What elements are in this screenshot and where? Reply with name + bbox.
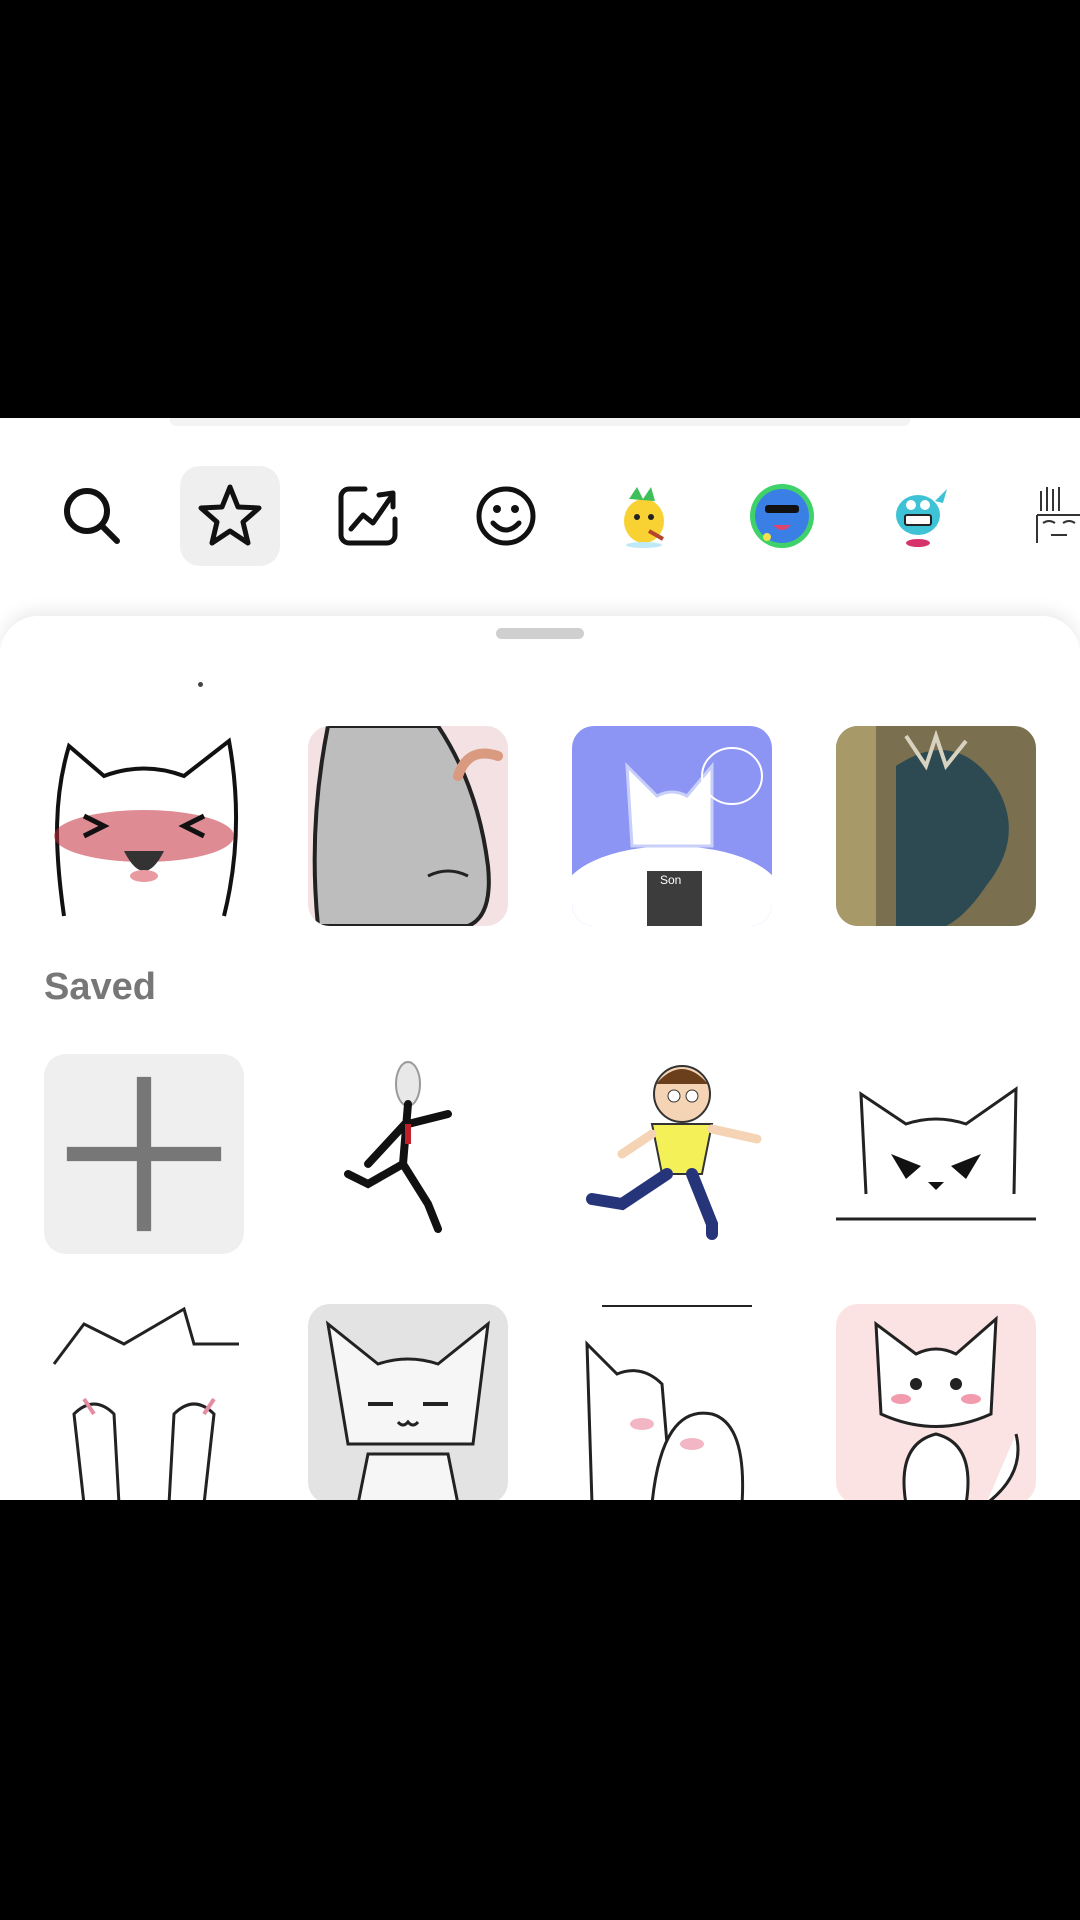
saved-sticker-6[interactable] [572,1304,772,1500]
cat-tail-photo-sticker [836,726,1036,926]
top-divider [170,418,910,426]
recent-sticker-4[interactable] [836,726,1036,926]
slenderman-running-sticker [308,1054,508,1254]
teal-fish-sticker-icon [896,489,947,547]
saved-sticker-3[interactable] [836,1054,1036,1254]
tab-search[interactable] [42,466,142,566]
saved-section-title: Saved [44,966,156,1008]
plus-icon [66,1076,222,1232]
blushing-pink-cat-sticker [836,1304,1036,1500]
cats-cuddling-sticker [572,1304,772,1500]
star-icon [198,484,262,546]
add-saved-sticker-button[interactable] [44,1054,244,1254]
saved-sticker-5[interactable] [308,1304,508,1500]
smiling-grey-cat-sticker [308,1304,508,1500]
sticker-sheet: Son Saved [0,616,1080,1500]
blue-cat-meme-sticker: Son [572,726,772,926]
search-icon [64,488,120,544]
scroll-dot [198,682,203,687]
tab-sticker-pack-1[interactable] [594,466,694,566]
sticker-tab-bar [0,466,1080,576]
angry-cat-face-sticker [836,1054,1036,1254]
blue-blob-sticker-icon [750,484,814,548]
saved-sticker-4[interactable] [44,1304,244,1500]
shy-cat-covering-face-sticker [44,1304,244,1500]
tab-emoji[interactable] [456,466,556,566]
tab-sticker-pack-2[interactable] [732,466,832,566]
sketch-face-sticker-icon [1036,487,1080,543]
yellow-creature-sticker-icon [624,487,664,548]
morty-running-sticker [572,1054,772,1254]
sheet-drag-handle[interactable] [496,628,584,639]
tab-trending[interactable] [318,466,418,566]
recent-sticker-2[interactable] [308,726,508,926]
tab-favorites[interactable] [180,466,280,566]
blushing-cat-sticker [44,726,244,926]
saved-sticker-1[interactable] [308,1054,508,1254]
saved-sticker-7[interactable] [836,1304,1036,1500]
tab-sticker-pack-3[interactable] [870,466,970,566]
trending-chart-icon [338,486,398,546]
meme-caption: Son [660,873,681,887]
recent-sticker-3[interactable]: Son [572,726,772,926]
recent-sticker-1[interactable] [44,726,244,926]
saved-sticker-2[interactable] [572,1054,772,1254]
smiley-icon [476,486,536,546]
grey-leggings-sticker [308,726,508,926]
sticker-picker-panel: Son Saved [0,418,1080,1500]
tab-sticker-pack-4[interactable] [1008,466,1080,566]
